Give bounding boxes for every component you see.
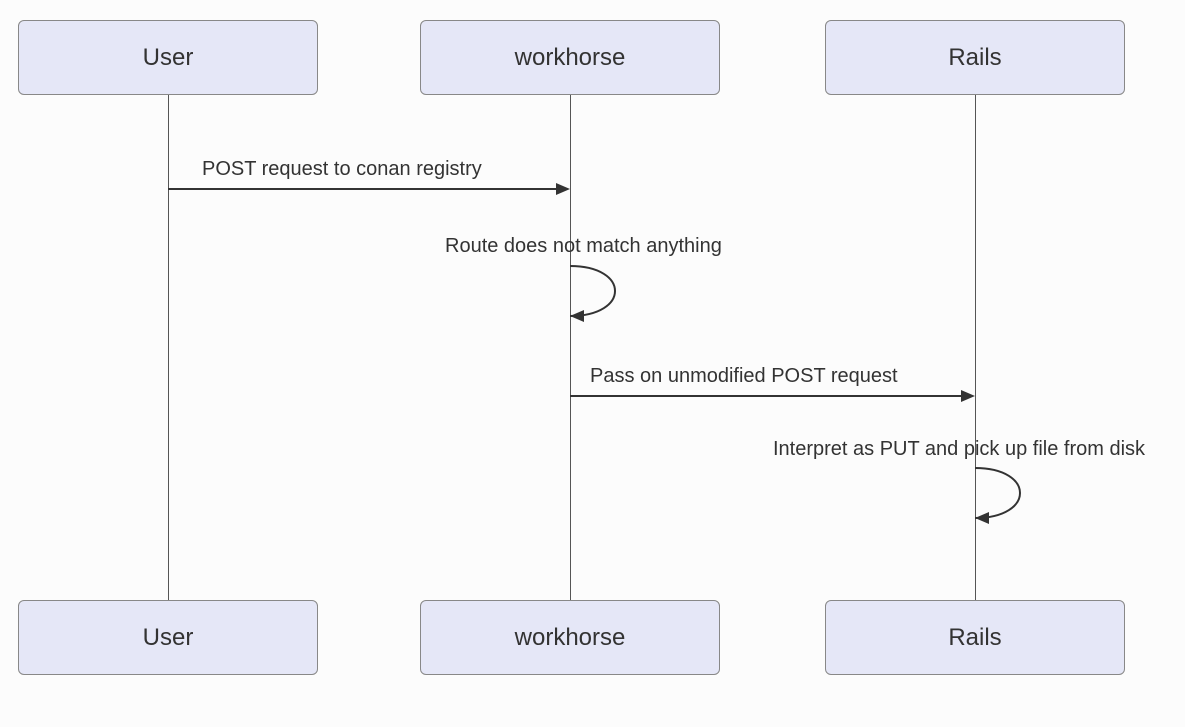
participant-label: User — [143, 624, 194, 652]
participant-label: Rails — [948, 624, 1001, 652]
participant-user-bottom: User — [18, 600, 318, 675]
message-label-2: Route does not match anything — [445, 235, 722, 258]
participant-rails-bottom: Rails — [825, 600, 1125, 675]
arrow-3 — [570, 395, 961, 397]
participant-workhorse-bottom: workhorse — [420, 600, 720, 675]
participant-rails-top: Rails — [825, 20, 1125, 95]
participant-workhorse-top: workhorse — [420, 20, 720, 95]
participant-label: workhorse — [515, 624, 626, 652]
participant-label: workhorse — [515, 44, 626, 72]
message-label-3: Pass on unmodified POST request — [590, 365, 898, 388]
arrowhead-1 — [556, 183, 570, 195]
participant-label: User — [143, 44, 194, 72]
participant-user-top: User — [18, 20, 318, 95]
arrowhead-3 — [961, 390, 975, 402]
message-label-4: Interpret as PUT and pick up file from d… — [773, 438, 1145, 461]
lifeline-user — [168, 95, 169, 600]
self-loop-rails — [950, 460, 1060, 540]
self-loop-workhorse — [545, 258, 655, 338]
arrow-1 — [168, 188, 556, 190]
message-label-1: POST request to conan registry — [202, 158, 482, 181]
participant-label: Rails — [948, 44, 1001, 72]
lifeline-workhorse — [570, 95, 571, 600]
